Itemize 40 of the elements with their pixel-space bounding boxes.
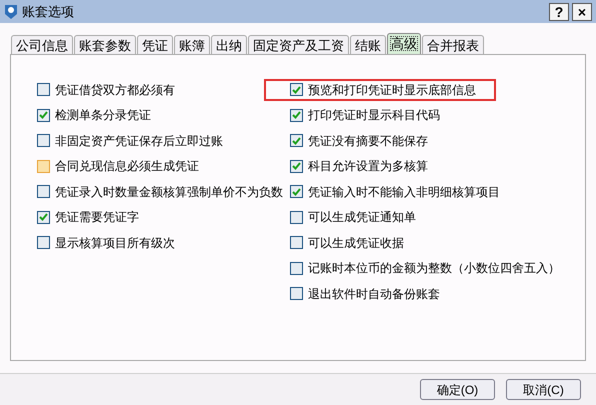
- tab[interactable]: 公司信息: [11, 35, 73, 54]
- option-label: 记账时本位币的金额为整数（小数位四舍五入）: [308, 260, 560, 278]
- tab[interactable]: 账套参数: [74, 35, 136, 54]
- tab[interactable]: 结账: [350, 35, 386, 54]
- tab[interactable]: 高级: [387, 33, 421, 54]
- tab[interactable]: 出纳: [211, 35, 247, 54]
- checkbox[interactable]: [290, 210, 303, 224]
- ok-button[interactable]: 确定(O): [420, 379, 495, 400]
- tab[interactable]: 合并报表: [422, 35, 484, 54]
- option-label: 合同兑现信息必须生成凭证: [55, 158, 199, 176]
- option-label: 可以生成凭证收据: [308, 234, 404, 252]
- checkbox[interactable]: [290, 160, 303, 173]
- option-label: 科目允许设置为多核算: [308, 158, 428, 176]
- checkbox[interactable]: [290, 185, 303, 198]
- option-label: 可以生成凭证通知单: [308, 209, 416, 226]
- option-label: 非固定资产凭证保存后立即过账: [55, 132, 223, 150]
- option-label: 凭证借贷双方都必须有: [55, 82, 175, 99]
- option-label: 退出软件时自动备份账套: [308, 286, 440, 303]
- close-button[interactable]: ×: [572, 2, 592, 20]
- option-label: 打印凭证时显示科目代码: [308, 107, 440, 124]
- option-label: 预览和打印凭证时显示底部信息: [308, 82, 476, 99]
- option-label: 凭证输入时不能输入非明细核算项目: [308, 184, 500, 201]
- checkbox[interactable]: [290, 108, 303, 122]
- checkbox[interactable]: [290, 287, 303, 300]
- option-label: 凭证没有摘要不能保存: [308, 132, 428, 150]
- option-label: 凭证录入时数量金额核算强制单价不为负数: [55, 184, 283, 201]
- checkbox[interactable]: [290, 236, 303, 250]
- option-label: 检测单条分录凭证: [55, 107, 151, 124]
- option-label: 显示核算项目所有级次: [55, 234, 175, 252]
- help-button[interactable]: ?: [549, 2, 569, 20]
- tab[interactable]: 凭证: [137, 35, 173, 54]
- checkbox[interactable]: [290, 262, 303, 275]
- checkbox[interactable]: [290, 134, 303, 148]
- option-label: 凭证需要凭证字: [55, 209, 139, 226]
- app-logo-icon: [4, 4, 18, 20]
- cancel-button[interactable]: 取消(C): [506, 379, 581, 400]
- window-title: 账套选项: [22, 2, 74, 21]
- checkbox[interactable]: [290, 83, 303, 96]
- tab[interactable]: 固定资产及工资: [248, 35, 349, 54]
- tab[interactable]: 账簿: [174, 35, 210, 54]
